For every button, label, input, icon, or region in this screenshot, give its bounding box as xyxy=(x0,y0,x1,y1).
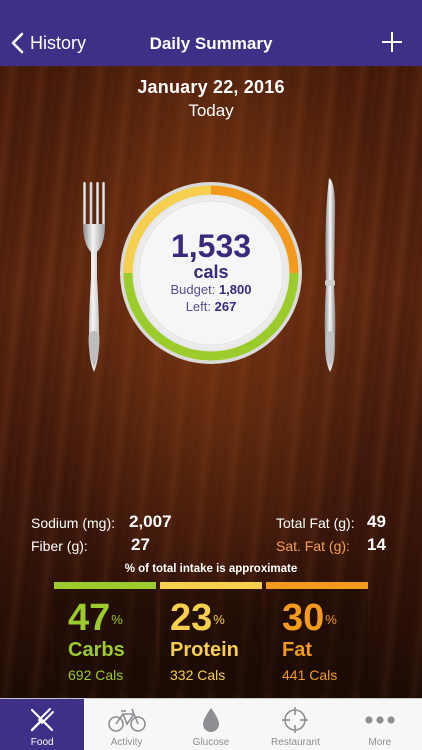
tab-activity[interactable]: Activity xyxy=(84,699,168,750)
drop-icon xyxy=(203,708,220,732)
navigation-bar: History Daily Summary xyxy=(0,0,422,66)
date-header: January 22, 2016 Today xyxy=(0,77,422,121)
carbs-percent: 47% xyxy=(68,597,123,639)
fat-color-bar xyxy=(266,582,368,589)
total-fat-label: Total Fat (g): xyxy=(276,515,355,531)
carbs-calories: 692 Cals xyxy=(68,667,124,683)
carbs-label: Carbs xyxy=(68,639,125,661)
approximate-note: % of total intake is approximate xyxy=(124,563,298,575)
crosshair-icon xyxy=(282,707,309,733)
protein-calories: 332 Cals xyxy=(170,667,226,683)
date-relative-label: Today xyxy=(188,101,234,120)
tab-glucose-label: Glucose xyxy=(192,737,230,748)
budget-line: Budget: 1,800 xyxy=(170,282,252,297)
protein-label: Protein xyxy=(170,639,239,661)
fat-label: Fat xyxy=(282,639,312,661)
bicycle-icon xyxy=(107,708,146,732)
add-button[interactable] xyxy=(380,30,404,54)
tab-food[interactable]: Food xyxy=(0,699,85,750)
tab-bar: Food Activity Glucose Restaurant More xyxy=(0,698,422,750)
knife-image xyxy=(324,178,336,372)
tab-more[interactable]: More xyxy=(338,699,422,750)
tab-restaurant-label: Restaurant xyxy=(270,737,320,748)
fork-knife-icon xyxy=(31,708,55,732)
fat-percent: 30% xyxy=(282,597,337,639)
fiber-value: 27 xyxy=(131,535,150,554)
sodium-label: Sodium (mg): xyxy=(31,515,116,531)
sat-fat-label: Sat. Fat (g): xyxy=(276,538,350,554)
carbs-panel[interactable]: 47% Carbs 692 Cals xyxy=(54,582,156,694)
tab-activity-label: Activity xyxy=(110,737,143,748)
sat-fat-value: 14 xyxy=(367,535,386,554)
protein-color-bar xyxy=(160,582,262,589)
total-fat-value: 49 xyxy=(367,512,386,531)
budget-value: 1,800 xyxy=(218,282,252,297)
plus-icon xyxy=(382,32,402,52)
tab-glucose[interactable]: Glucose xyxy=(169,699,253,750)
calories-consumed: 1,533 xyxy=(170,228,252,264)
fiber-label: Fiber (g): xyxy=(31,538,88,554)
protein-panel[interactable]: 23% Protein 332 Cals xyxy=(160,582,262,694)
fork-image xyxy=(83,182,105,372)
tab-food-label: Food xyxy=(30,737,54,748)
more-dots-icon xyxy=(365,716,395,724)
left-value: 267 xyxy=(214,299,237,314)
date-label: January 22, 2016 xyxy=(137,77,285,97)
tab-restaurant[interactable]: Restaurant xyxy=(253,699,337,750)
tab-more-label: More xyxy=(368,737,392,748)
fat-calories: 441 Cals xyxy=(282,667,338,683)
protein-percent: 23% xyxy=(170,597,225,639)
calories-unit: cals xyxy=(193,262,229,282)
calorie-plate[interactable]: 1,533 cals Budget: 1,800 Left: 267 xyxy=(119,181,303,365)
page-title: Daily Summary xyxy=(149,34,273,53)
carbs-color-bar xyxy=(54,582,156,589)
fat-panel[interactable]: 30% Fat 441 Cals xyxy=(266,582,368,694)
left-line: Left: 267 xyxy=(185,299,237,314)
sodium-value: 2,007 xyxy=(129,512,172,531)
